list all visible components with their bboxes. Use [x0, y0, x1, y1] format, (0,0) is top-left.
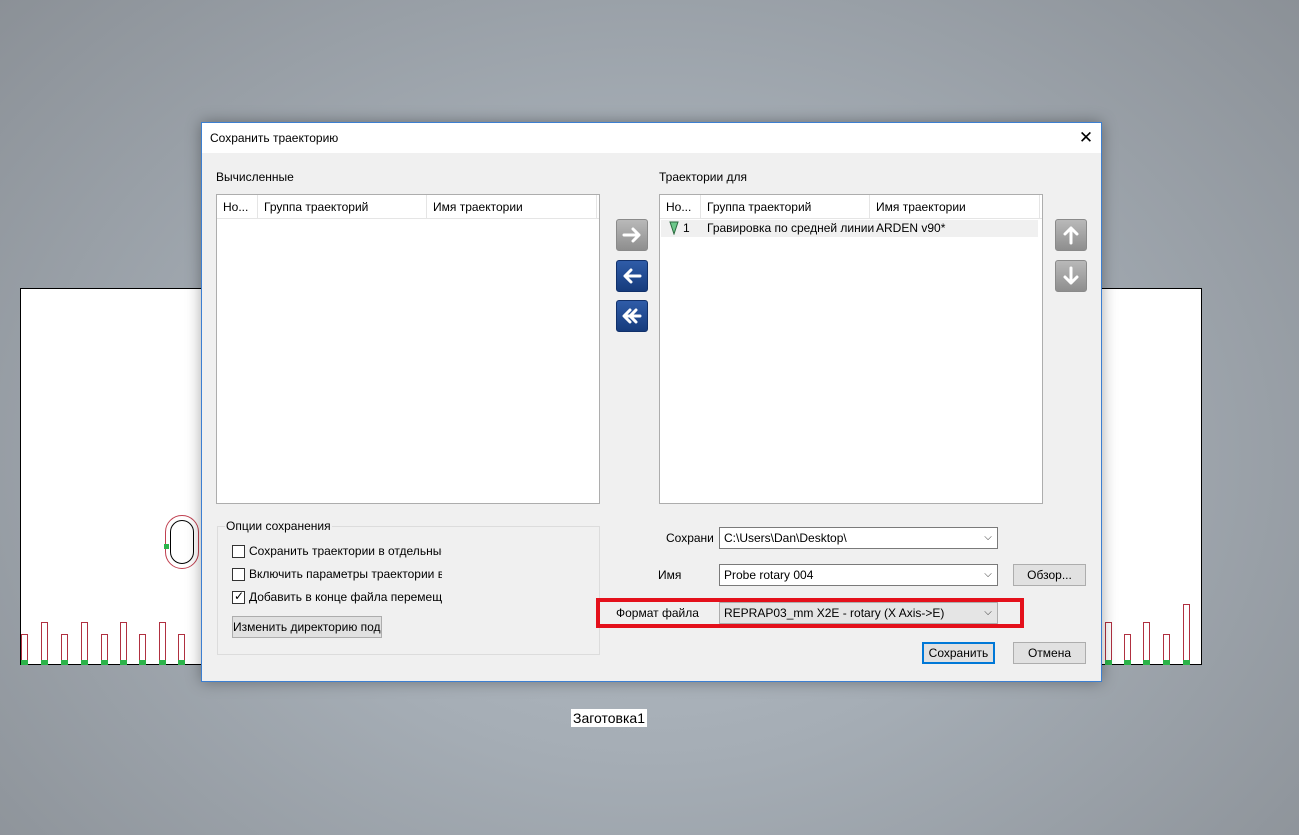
double-arrow-left-icon[interactable] — [616, 300, 648, 332]
toolpath-icon — [669, 221, 679, 240]
arrow-right-icon[interactable] — [616, 219, 648, 251]
checkbox-box[interactable] — [232, 568, 245, 581]
name-combo[interactable]: Probe rotary 004 ⌵ — [719, 564, 998, 586]
vector-shape — [178, 634, 185, 665]
include-params-checkbox[interactable]: Включить параметры траектории в файл — [232, 567, 442, 583]
save-options-legend: Опции сохранения — [225, 519, 332, 533]
dialog-title: Сохранить траекторию — [210, 131, 339, 145]
column-name[interactable]: Имя траектории — [427, 195, 597, 219]
dialog-titlebar: Сохранить траекторию ✕ — [202, 123, 1101, 153]
list-header: Но... Группа траекторий Имя траектории — [217, 195, 599, 219]
checkbox-label: Добавить в конце файла перемещение — [249, 590, 442, 604]
save-in-combo[interactable]: C:\Users\Dan\Desktop\ ⌵ — [719, 527, 998, 549]
checkbox-label: Включить параметры траектории в файл — [249, 567, 442, 581]
column-name[interactable]: Имя траектории — [870, 195, 1040, 219]
vector-shape — [120, 622, 127, 665]
chevron-down-icon[interactable]: ⌵ — [979, 528, 997, 548]
checkbox-box[interactable] — [232, 545, 245, 558]
change-swap-dir-button[interactable]: Изменить директорию подкачки — [232, 616, 382, 638]
stock-label: Заготовка1 — [571, 709, 648, 727]
file-format-highlight — [596, 598, 1024, 628]
save-in-label: Сохрани — [666, 531, 714, 545]
column-number[interactable]: Но... — [660, 195, 701, 219]
arrow-down-icon[interactable] — [1055, 260, 1087, 292]
vector-shape — [1183, 604, 1190, 665]
target-label: Траектории для — [659, 170, 748, 184]
chevron-down-icon[interactable]: ⌵ — [979, 565, 997, 585]
cancel-button[interactable]: Отмена — [1013, 642, 1086, 664]
vector-shape — [81, 622, 88, 665]
vector-shape — [101, 634, 108, 665]
separate-files-checkbox[interactable]: Сохранить траектории в отдельные файлы — [232, 544, 442, 560]
vector-shape — [139, 634, 146, 665]
list-header: Но... Группа траекторий Имя траектории — [660, 195, 1042, 219]
vector-shape — [159, 622, 166, 665]
name-value: Probe rotary 004 — [724, 568, 814, 582]
append-move-checkbox[interactable]: Добавить в конце файла перемещение — [232, 590, 442, 606]
vector-shape — [21, 634, 28, 665]
vector-shape — [1105, 622, 1112, 665]
checkbox-box[interactable] — [232, 590, 245, 604]
close-icon[interactable]: ✕ — [1071, 123, 1101, 153]
row-group: Гравировка по средней линии — [707, 221, 875, 235]
computed-label: Вычисленные — [216, 170, 294, 184]
checkbox-label: Сохранить траектории в отдельные файлы — [249, 544, 442, 558]
column-group[interactable]: Группа траекторий — [258, 195, 427, 219]
column-group[interactable]: Группа траекторий — [701, 195, 870, 219]
vector-shape — [1124, 634, 1131, 665]
column-number[interactable]: Но... — [217, 195, 258, 219]
save-button[interactable]: Сохранить — [922, 642, 995, 664]
table-row[interactable]: 1 Гравировка по средней линии ARDEN v90* — [661, 220, 1038, 237]
save-in-value: C:\Users\Dan\Desktop\ — [724, 531, 847, 545]
target-toolpaths-list[interactable]: Но... Группа траекторий Имя траектории 1… — [659, 194, 1043, 504]
vector-shape — [1163, 634, 1170, 665]
vector-shape — [1143, 622, 1150, 665]
arrow-left-icon[interactable] — [616, 260, 648, 292]
vector-o-shape — [164, 515, 199, 569]
save-options-group: Опции сохранения Сохранить траектории в … — [217, 519, 600, 655]
row-name: ARDEN v90* — [876, 221, 946, 235]
vector-shape — [61, 634, 68, 665]
arrow-up-icon[interactable] — [1055, 219, 1087, 251]
row-number: 1 — [683, 221, 690, 235]
vector-shape — [41, 622, 48, 665]
name-label: Имя — [658, 568, 682, 582]
browse-button[interactable]: Обзор... — [1013, 564, 1086, 586]
computed-toolpaths-list[interactable]: Но... Группа траекторий Имя траектории — [216, 194, 600, 504]
